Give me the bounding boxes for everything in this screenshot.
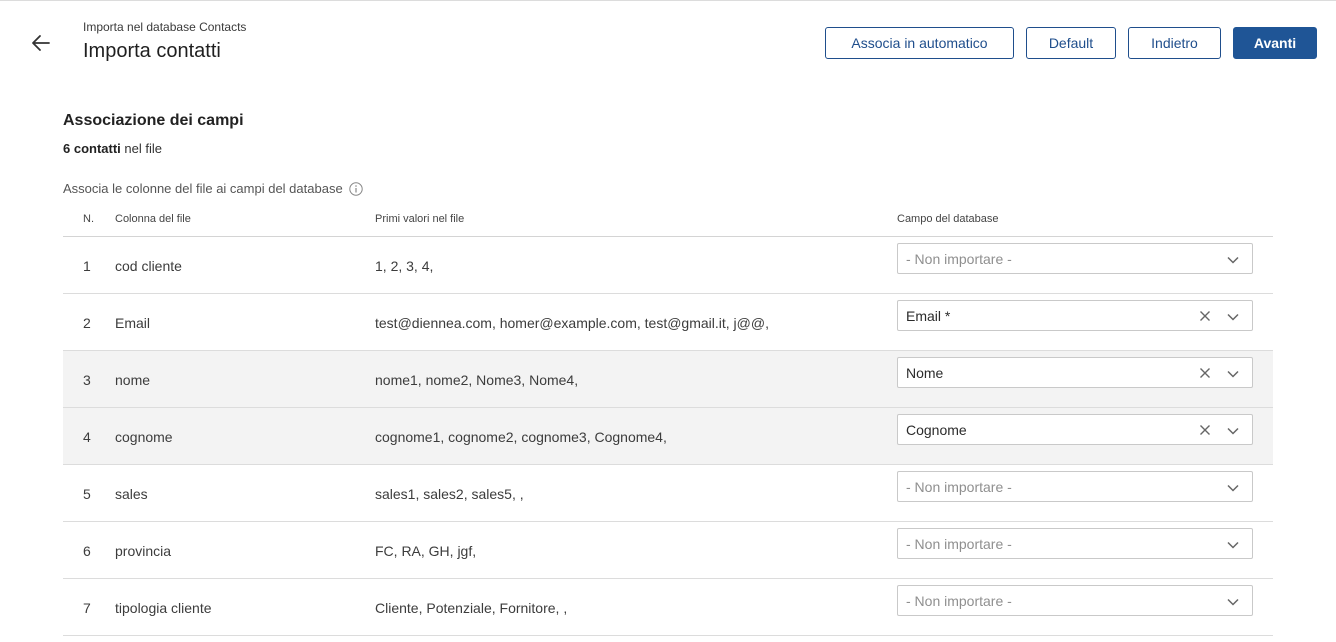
header-column: Colonna del file: [115, 213, 191, 225]
auto-associate-button[interactable]: Associa in automatico: [825, 27, 1014, 59]
header-db-field: Campo del database: [897, 213, 999, 225]
row-values: nome1, nome2, Nome3, Nome4,: [375, 372, 579, 388]
header-n: N.: [83, 213, 94, 225]
mapping-hint: Associa le colonne del file ai campi del…: [63, 181, 363, 196]
select-value: Email *: [906, 308, 951, 324]
db-field-select[interactable]: - Non importare -: [897, 471, 1253, 502]
select-value: - Non importare -: [906, 251, 1012, 267]
back-arrow-icon[interactable]: [30, 32, 52, 54]
top-border: [0, 0, 1336, 1]
default-button[interactable]: Default: [1026, 27, 1116, 59]
row-number: 5: [83, 486, 91, 502]
row-column-name: Email: [115, 315, 151, 331]
table-row: 3 nome nome1, nome2, Nome3, Nome4, Nome: [63, 351, 1273, 408]
chevron-down-icon[interactable]: [1226, 367, 1240, 381]
select-value: - Non importare -: [906, 593, 1012, 609]
chevron-down-icon[interactable]: [1226, 538, 1240, 552]
db-field-select[interactable]: Cognome: [897, 414, 1253, 445]
table-row: 7 tipologia cliente Cliente, Potenziale,…: [63, 579, 1273, 636]
chevron-down-icon[interactable]: [1226, 310, 1240, 324]
select-value: Cognome: [906, 422, 967, 438]
row-number: 2: [83, 315, 91, 331]
row-number: 4: [83, 429, 91, 445]
row-column-name: nome: [115, 372, 151, 388]
row-column-name: cognome: [115, 429, 173, 445]
db-field-select[interactable]: Email *: [897, 300, 1253, 331]
contacts-count: 6 contatti nel file: [63, 141, 162, 156]
table-row: 6 provincia FC, RA, GH, jgf, - Non impor…: [63, 522, 1273, 579]
row-values: sales1, sales2, sales5, ,: [375, 486, 524, 502]
header-values: Primi valori nel file: [375, 213, 465, 225]
row-column-name: provincia: [115, 543, 172, 559]
select-value: - Non importare -: [906, 536, 1012, 552]
page-subtitle: Importa nel database Contacts: [83, 20, 247, 34]
clear-icon[interactable]: [1198, 366, 1212, 380]
contacts-count-bold: 6 contatti: [63, 141, 121, 156]
row-values: cognome1, cognome2, cognome3, Cognome4,: [375, 429, 667, 445]
chevron-down-icon[interactable]: [1226, 481, 1240, 495]
clear-icon[interactable]: [1198, 423, 1212, 437]
row-values: Cliente, Potenziale, Fornitore, ,: [375, 600, 568, 616]
row-number: 1: [83, 258, 91, 274]
clear-icon[interactable]: [1198, 309, 1212, 323]
select-value: - Non importare -: [906, 479, 1012, 495]
table-row: 4 cognome cognome1, cognome2, cognome3, …: [63, 408, 1273, 465]
chevron-down-icon[interactable]: [1226, 424, 1240, 438]
next-button[interactable]: Avanti: [1233, 27, 1317, 59]
row-column-name: tipologia cliente: [115, 600, 212, 616]
row-number: 3: [83, 372, 91, 388]
db-field-select[interactable]: Nome: [897, 357, 1253, 388]
row-number: 6: [83, 543, 91, 559]
mapping-hint-text: Associa le colonne del file ai campi del…: [63, 181, 343, 196]
table-header: N. Colonna del file Primi valori nel fil…: [63, 212, 1273, 237]
chevron-down-icon[interactable]: [1226, 595, 1240, 609]
table-row: 1 cod cliente 1, 2, 3, 4, - Non importar…: [63, 237, 1273, 294]
page-title: Importa contatti: [83, 40, 221, 62]
back-button[interactable]: Indietro: [1128, 27, 1221, 59]
db-field-select[interactable]: - Non importare -: [897, 243, 1253, 274]
row-column-name: cod cliente: [115, 258, 182, 274]
row-values: 1, 2, 3, 4,: [375, 258, 434, 274]
row-values: test@diennea.com, homer@example.com, tes…: [375, 315, 769, 331]
table-row: 5 sales sales1, sales2, sales5, , - Non …: [63, 465, 1273, 522]
db-field-select[interactable]: - Non importare -: [897, 528, 1253, 559]
db-field-select[interactable]: - Non importare -: [897, 585, 1253, 616]
row-column-name: sales: [115, 486, 148, 502]
chevron-down-icon[interactable]: [1226, 253, 1240, 267]
row-values: FC, RA, GH, jgf,: [375, 543, 477, 559]
select-value: Nome: [906, 365, 944, 381]
row-number: 7: [83, 600, 91, 616]
table-row: 2 Email test@diennea.com, homer@example.…: [63, 294, 1273, 351]
info-icon[interactable]: [348, 181, 363, 196]
section-title: Associazione dei campi: [63, 112, 244, 129]
contacts-count-rest: nel file: [120, 141, 162, 156]
